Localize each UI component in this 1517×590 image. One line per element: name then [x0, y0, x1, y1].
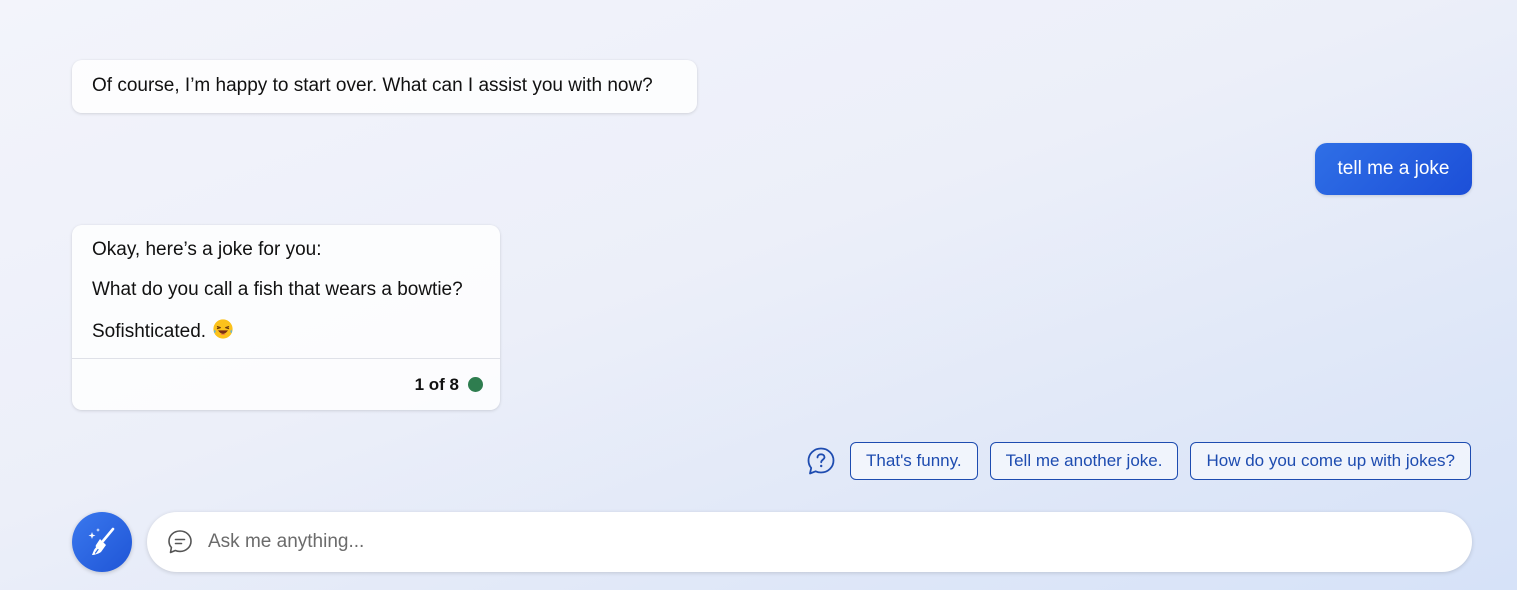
- message-text: tell me a joke: [1337, 158, 1450, 179]
- suggestion-chip-another-joke[interactable]: Tell me another joke.: [989, 442, 1179, 480]
- message-text: Of course, I’m happy to start over. What…: [92, 75, 653, 96]
- turn-counter: 1 of 8: [414, 374, 459, 394]
- chat-input-bar[interactable]: [147, 512, 1472, 572]
- message-footer: 1 of 8: [72, 358, 500, 410]
- status-dot: [468, 377, 483, 392]
- suggestion-chip-how-jokes[interactable]: How do you come up with jokes?: [1190, 442, 1471, 480]
- message-line: Okay, here’s a joke for you:: [92, 239, 322, 260]
- bot-message: Of course, I’m happy to start over. What…: [72, 60, 697, 113]
- bot-message-joke: Okay, here’s a joke for you: What do you…: [72, 225, 500, 410]
- message-line-punchline: Sofishticated.: [92, 318, 480, 342]
- message-line-text: Sofishticated.: [92, 321, 207, 342]
- chat-bubble-icon: [168, 530, 192, 554]
- broom-sparkle-icon: [88, 527, 115, 555]
- user-message: tell me a joke: [1315, 143, 1472, 195]
- message-line: What do you call a fish that wears a bow…: [92, 279, 463, 300]
- suggestion-chip-thats-funny[interactable]: That's funny.: [850, 442, 978, 480]
- laughing-tears-emoji-icon: [213, 319, 233, 339]
- suggestions-bar: That's funny. Tell me another joke. How …: [806, 442, 1471, 480]
- question-bubble-icon[interactable]: [806, 446, 836, 476]
- chat-input[interactable]: [208, 531, 1408, 553]
- new-topic-button[interactable]: [72, 512, 132, 572]
